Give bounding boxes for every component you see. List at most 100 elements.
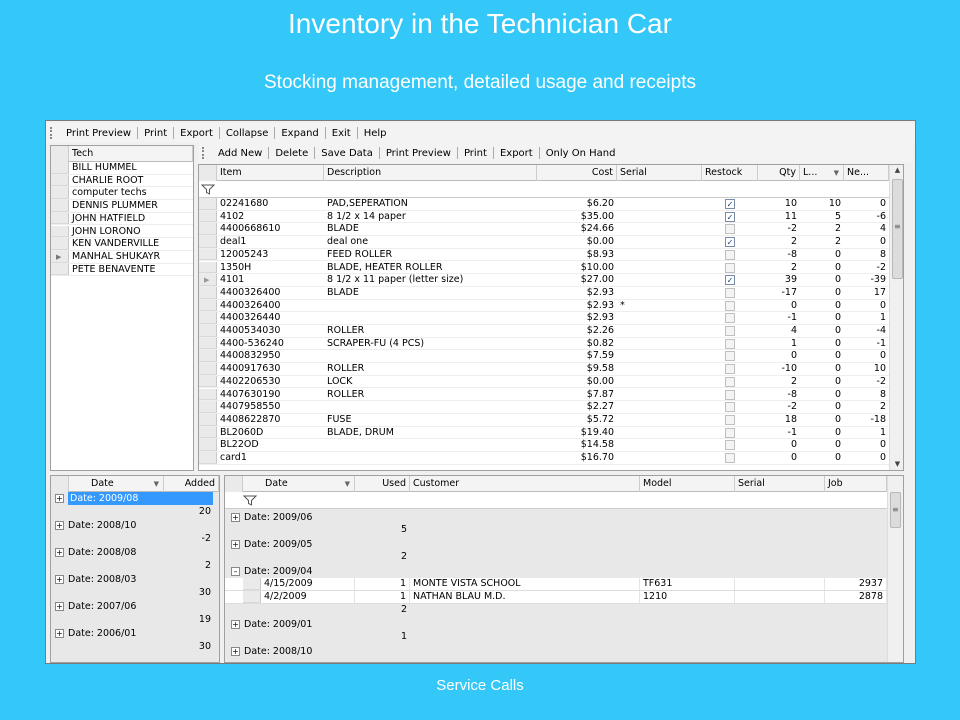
receipt-group-row[interactable]: + Date: 2006/01: [51, 627, 219, 640]
restock-checkbox[interactable]: [725, 389, 735, 400]
row-header[interactable]: [243, 591, 261, 603]
column-header-qty[interactable]: Qty: [758, 165, 800, 181]
collapse-button[interactable]: Collapse: [220, 128, 275, 139]
restock-checkbox[interactable]: ✓: [725, 275, 735, 286]
column-header-added[interactable]: Added: [164, 476, 219, 492]
tech-row[interactable]: KEN VANDERVILLE: [51, 238, 193, 251]
scroll-down-arrow-icon[interactable]: ▼: [890, 460, 903, 468]
collapse-icon[interactable]: –: [231, 567, 240, 576]
tech-row[interactable]: BILL HUMMEL: [51, 162, 193, 175]
restock-checkbox[interactable]: [725, 326, 735, 336]
restock-checkbox[interactable]: [725, 313, 735, 324]
restock-checkbox[interactable]: [725, 351, 735, 362]
inventory-vertical-scrollbar[interactable]: ▲ ≡ ▼: [889, 165, 903, 470]
usage-group-row[interactable]: + Date: 2009/05: [225, 538, 887, 551]
receipt-group-row[interactable]: + Date: 2007/06: [51, 600, 219, 613]
scroll-thumb[interactable]: ≡: [890, 492, 901, 528]
grid-export-button[interactable]: Export: [494, 148, 539, 159]
row-header[interactable]: [51, 162, 69, 174]
row-header[interactable]: [199, 452, 217, 464]
inventory-row[interactable]: 4402206530 LOCK $0.00 2 0 -2: [199, 375, 889, 389]
only-on-hand-button[interactable]: Only On Hand: [540, 148, 622, 159]
row-header[interactable]: [51, 174, 69, 187]
inventory-row[interactable]: BL2060D BLADE, DRUM $19.40 -1 0 1: [199, 426, 889, 440]
inventory-row[interactable]: 4102 8 1/2 x 14 paper $35.00 ✓ 11 5 -6: [199, 210, 889, 224]
row-header[interactable]: [51, 225, 69, 238]
restock-checkbox[interactable]: [725, 376, 735, 387]
expand-icon[interactable]: +: [55, 494, 64, 503]
restock-checkbox[interactable]: [725, 262, 735, 273]
exit-button[interactable]: Exit: [326, 128, 357, 139]
column-header-date[interactable]: Date ▼: [243, 476, 355, 492]
inventory-row[interactable]: 4407630190 ROLLER $7.87 -8 0 8: [199, 388, 889, 402]
save-data-button[interactable]: Save Data: [315, 148, 379, 159]
tech-row[interactable]: PETE BENAVENTE: [51, 263, 193, 277]
grid-print-button[interactable]: Print: [458, 148, 493, 159]
receipt-group-row[interactable]: + Date: 2008/03: [51, 573, 219, 586]
row-header[interactable]: [199, 286, 217, 299]
inventory-row[interactable]: 12005243 FEED ROLLER $8.93 -8 0 8: [199, 248, 889, 262]
row-header[interactable]: [199, 375, 217, 388]
filter-row[interactable]: [199, 181, 889, 198]
column-header-item[interactable]: Item: [217, 165, 324, 181]
row-header[interactable]: [51, 200, 69, 212]
usage-group-row[interactable]: + Date: 2009/01: [225, 618, 887, 631]
column-header-used[interactable]: Used: [355, 476, 410, 492]
scroll-up-arrow-icon[interactable]: ▲: [890, 166, 903, 174]
expand-icon[interactable]: +: [231, 647, 240, 656]
row-header[interactable]: [199, 350, 217, 363]
expand-button[interactable]: Expand: [275, 128, 324, 139]
inventory-row[interactable]: 1350H BLADE, HEATER ROLLER $10.00 2 0 -2: [199, 261, 889, 275]
restock-checkbox[interactable]: [725, 224, 735, 235]
restock-checkbox[interactable]: ✓: [725, 199, 735, 209]
inventory-row[interactable]: 4407958550 $2.27 -2 0 2: [199, 401, 889, 414]
tech-row[interactable]: ▶ MANHAL SHUKAYR: [51, 250, 193, 264]
row-header[interactable]: [199, 325, 217, 337]
restock-checkbox[interactable]: [725, 427, 735, 438]
grid-print-preview-button[interactable]: Print Preview: [380, 148, 457, 159]
row-header[interactable]: [199, 312, 217, 324]
row-header[interactable]: ▶: [199, 274, 217, 286]
receipt-group-row[interactable]: + Date: 2008/10: [51, 519, 219, 532]
usage-group-row[interactable]: + Date: 2008/10: [225, 645, 887, 658]
column-header-date[interactable]: Date ▼: [69, 476, 164, 492]
column-header-customer[interactable]: Customer: [410, 476, 640, 492]
restock-checkbox[interactable]: [725, 414, 735, 425]
inventory-row[interactable]: deal1 deal one $0.00 ✓ 2 2 0: [199, 236, 889, 249]
tech-row[interactable]: DENNIS PLUMMER: [51, 200, 193, 213]
row-header[interactable]: [199, 337, 217, 350]
row-header[interactable]: [199, 223, 217, 236]
inventory-row[interactable]: 4400534030 ROLLER $2.26 4 0 -4: [199, 325, 889, 338]
tech-row[interactable]: JOHN LORONO: [51, 225, 193, 239]
print-preview-button[interactable]: Print Preview: [60, 128, 137, 139]
usage-group-row[interactable]: – Date: 2009/04: [225, 565, 887, 578]
row-header[interactable]: [51, 238, 69, 250]
tech-row[interactable]: JOHN HATFIELD: [51, 212, 193, 226]
restock-checkbox[interactable]: [725, 453, 735, 463]
column-header-cost[interactable]: Cost: [537, 165, 617, 181]
expand-icon[interactable]: +: [231, 620, 240, 629]
row-header[interactable]: [199, 413, 217, 426]
column-header-description[interactable]: Description: [324, 165, 537, 181]
row-header[interactable]: [243, 578, 261, 590]
column-header-serial[interactable]: Serial: [617, 165, 702, 181]
inventory-row[interactable]: ▶ 4101 8 1/2 x 11 paper (letter size) $27.0…: [199, 274, 889, 287]
row-header[interactable]: [199, 248, 217, 261]
add-new-button[interactable]: Add New: [212, 148, 268, 159]
print-button[interactable]: Print: [138, 128, 173, 139]
restock-checkbox[interactable]: [725, 402, 735, 413]
inventory-row[interactable]: 4408622870 FUSE $5.72 18 0 -18: [199, 413, 889, 427]
expand-icon[interactable]: +: [231, 540, 240, 549]
expand-icon[interactable]: +: [55, 521, 64, 530]
tech-row[interactable]: CHARLIE ROOT: [51, 174, 193, 188]
row-header[interactable]: [199, 363, 217, 375]
inventory-row[interactable]: 4400668610 BLADE $24.66 -2 2 4: [199, 223, 889, 237]
row-header[interactable]: [199, 261, 217, 274]
expand-icon[interactable]: +: [55, 629, 64, 638]
inventory-row[interactable]: card1 $16.70 0 0 0: [199, 452, 889, 465]
inventory-row[interactable]: 4400326440 $2.93 -1 0 1: [199, 312, 889, 325]
restock-checkbox[interactable]: [725, 300, 735, 311]
export-button[interactable]: Export: [174, 128, 219, 139]
inventory-row[interactable]: BL22OD $14.58 0 0 0: [199, 439, 889, 452]
restock-checkbox[interactable]: [725, 287, 735, 298]
